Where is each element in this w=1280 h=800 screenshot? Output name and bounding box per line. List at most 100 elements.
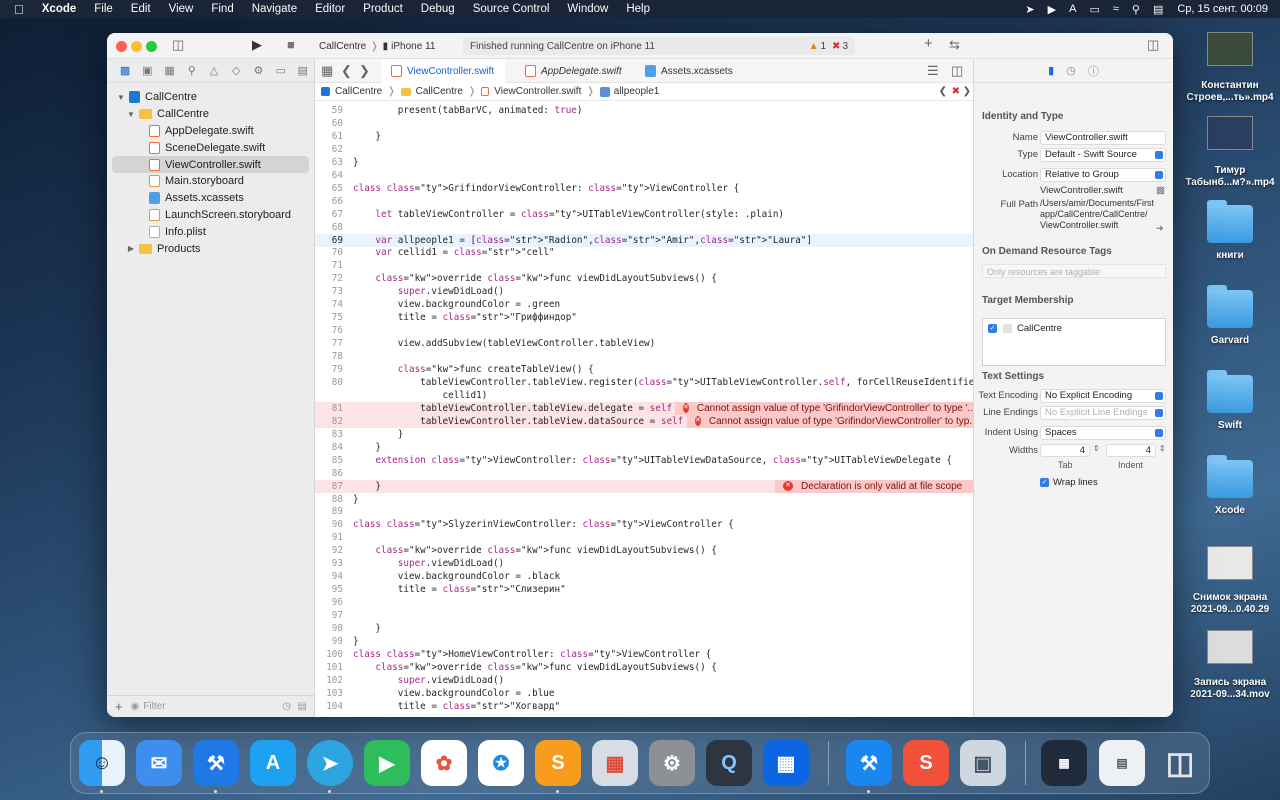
code-line[interactable]: 65 class class="ty">GrifindorViewControll… [315,182,973,195]
encoding-select[interactable]: No Explicit Encoding [1040,389,1166,403]
tab-width-field[interactable]: 4 [1040,444,1090,457]
breadcrumb-project[interactable]: CallCentre [335,86,382,97]
chevron-down-icon[interactable]: ▼ [125,110,137,119]
location-icon[interactable]: ➤ [1025,3,1034,16]
quick-help-icon[interactable]: ⓘ [1088,63,1099,79]
zoom-window-button[interactable] [146,41,157,52]
menu-edit[interactable]: Edit [131,3,151,15]
source-editor[interactable]: 59 present(tabBarVC, animated: true) 60 61… [315,101,973,717]
library-plus-icon[interactable]: + [924,35,933,52]
photos-icon[interactable]: ✿ [421,740,467,786]
source-control-icon[interactable]: ▣ [136,64,158,77]
code-line[interactable]: 66 [315,195,973,208]
issue-forward-icon[interactable]: ❯ [963,86,971,97]
close-window-button[interactable] [116,41,127,52]
code-review-icon[interactable]: ⇆ [949,37,960,53]
file-inspector-icon[interactable]: ▮ [1048,64,1054,77]
error-count[interactable]: 3 [842,41,848,52]
documents-stack-icon[interactable]: ▤ [1099,740,1145,786]
mail-icon[interactable]: ✉ [136,740,182,786]
back-arrow-icon[interactable]: ❮ [341,63,352,79]
tab-viewcontroller[interactable]: ViewController.swift [381,59,505,83]
code-line[interactable]: 85 extension class="ty">ViewController: … [315,454,973,467]
tree-item-scenedelegate[interactable]: SceneDelegate.swift [107,139,314,156]
folder-icon[interactable]: ▩ [114,64,136,77]
code-line[interactable]: 98 } [315,622,973,635]
desktop-folder-xcode[interactable]: Xcode [1180,505,1280,517]
indent-width-stepper-icon[interactable]: ⇕ [1159,444,1166,453]
launchpad-icon[interactable]: ▦ [592,740,638,786]
wrap-lines-checkbox[interactable]: ✓ [1040,478,1049,487]
desktop-video-thumbnail-2[interactable] [1207,116,1253,150]
warning-count[interactable]: 1 [820,41,826,52]
code-line[interactable]: 81 tableViewController.tableView.delegat… [315,401,973,415]
code-line[interactable]: 61 } [315,130,973,143]
tab-appdelegate[interactable]: AppDelegate.swift [515,59,632,83]
stop-button[interactable]: ■ [287,37,295,52]
name-field[interactable]: ViewController.swift [1040,131,1166,145]
code-line[interactable]: 103 view.backgroundColor = .blue [315,687,973,700]
error-annotation[interactable]: ✕ Cannot assign value of type 'GrifindorV… [687,414,973,428]
menu-source-control[interactable]: Source Control [473,3,550,15]
error-icon[interactable]: ✖ [832,41,840,52]
menu-clock[interactable]: Ср, 15 сент. 00:09 [1177,3,1268,15]
code-line[interactable]: 97 [315,609,973,622]
tree-item-appdelegate[interactable]: AppDelegate.swift [107,123,314,140]
code-line[interactable]: 102 super.viewDidLoad() [315,674,973,687]
code-line[interactable]: 60 [315,117,973,130]
desktop-video-thumbnail-1[interactable] [1207,32,1253,66]
code-line[interactable]: 90 class class="ty">SlyzerinViewControlle… [315,518,973,531]
menu-app-name[interactable]: Xcode [42,3,77,15]
code-line[interactable]: 100 class class="ty">HomeViewController: … [315,648,973,661]
filter-input[interactable]: Filter [143,701,165,712]
folder-icon[interactable] [1207,455,1253,498]
code-line[interactable]: 87 } ✕ Declaration is only valid at file s… [315,479,973,493]
issue-navigator-icon[interactable]: △ [203,64,225,77]
spotlight-search-icon[interactable]: ⚲ [1132,3,1140,16]
chevron-right-icon[interactable]: ▶ [125,244,137,253]
desktop-folder-swift[interactable]: Swift [1180,420,1280,432]
menu-editor[interactable]: Editor [315,3,345,15]
xcode-dev-icon[interactable]: ⚒ [846,740,892,786]
debug-navigator-icon[interactable]: ⚙ [247,64,269,77]
filter-scope-icon[interactable]: ▤ [298,701,307,712]
code-line[interactable]: 82 tableViewController.tableView.dataSou… [315,414,973,428]
line-endings-select[interactable]: No Explicit Line Endings [1040,406,1166,420]
editor-options-icon[interactable]: ☰ [927,63,939,79]
indent-width-field[interactable]: 4 [1106,444,1156,457]
apple-menu-icon[interactable]:  [14,2,24,17]
settings-icon[interactable]: ⚙ [649,740,695,786]
sidebar-toggle-icon[interactable]: ◫ [172,37,184,53]
tree-item-launchscreen[interactable]: LaunchScreen.storyboard [107,207,314,224]
target-checkbox[interactable]: ✓ [988,324,997,333]
code-line[interactable]: 96 [315,596,973,609]
issue-back-icon[interactable]: ❮ [939,86,947,97]
code-line[interactable]: 78 [315,350,973,363]
history-inspector-icon[interactable]: ◷ [1066,64,1076,77]
desktop-screenshot-thumbnail[interactable] [1207,546,1253,580]
menu-navigate[interactable]: Navigate [252,3,297,15]
error-annotation[interactable]: ✕ Declaration is only valid at file scope [775,479,973,493]
recent-files-icon[interactable]: ◷ [282,701,291,712]
code-line[interactable]: 93 super.viewDidLoad() [315,557,973,570]
tree-item-products[interactable]: ▶ Products [107,240,314,257]
issue-error-icon[interactable]: ✖ [952,86,960,97]
facetime-icon[interactable]: ▶ [364,740,410,786]
code-line[interactable]: 88} [315,493,973,506]
symbol-navigator-icon[interactable]: ▦ [158,64,180,77]
desktop-recording-thumbnail[interactable] [1207,630,1253,664]
tree-item-info-plist[interactable]: Info.plist [107,223,314,240]
error-annotation[interactable]: ✕ Cannot assign value of type 'GrifindorV… [675,401,973,415]
preview-icon[interactable]: ▣ [960,740,1006,786]
code-line[interactable]: 99} [315,635,973,648]
code-line[interactable]: 67 let tableViewController = class="ty">… [315,208,973,221]
code-line[interactable]: 59 present(tabBarVC, animated: true) [315,104,973,117]
add-file-icon[interactable]: + [115,699,123,714]
menu-window[interactable]: Window [567,3,608,15]
odr-tags-field[interactable]: Only resources are taggable [982,264,1166,278]
tree-item-assets[interactable]: Assets.xcassets [107,190,314,207]
code-line[interactable]: cellid1) [315,389,973,402]
code-line[interactable]: 64 [315,169,973,182]
filter-options-icon[interactable]: ◉ [131,701,140,712]
tab-assets[interactable]: Assets.xcassets [635,59,743,83]
